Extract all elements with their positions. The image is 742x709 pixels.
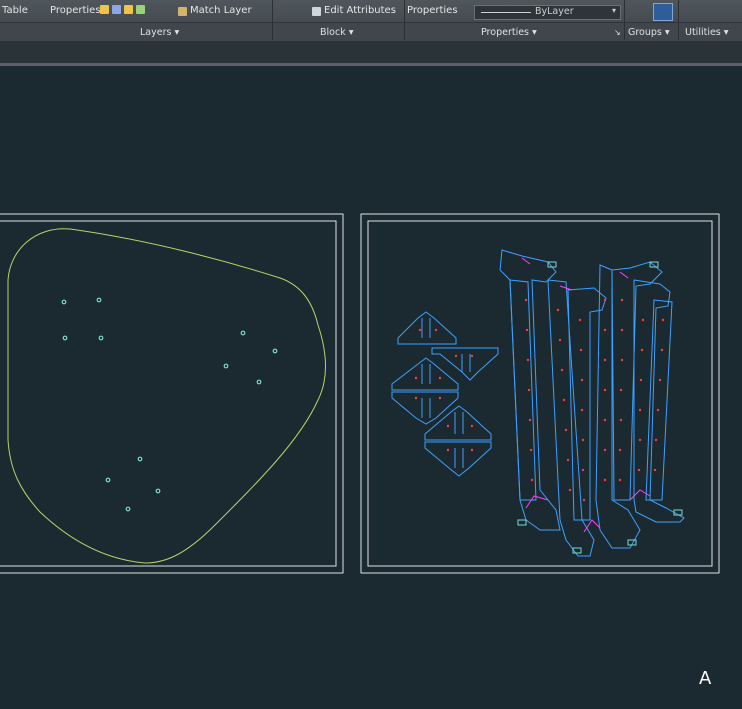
strut-parts[interactable]: [499, 249, 685, 557]
drill-holes: [61, 297, 278, 512]
strut-part: [509, 279, 537, 501]
bracket-part: [391, 391, 459, 425]
right-sheet-frame: [360, 213, 720, 574]
bracket-part: [424, 441, 492, 477]
left-sheet-frame: [0, 213, 344, 574]
bracket-part: [431, 347, 499, 381]
bracket-part: [424, 405, 492, 441]
bracket-parts[interactable]: [391, 311, 499, 477]
slot-details: [517, 261, 683, 554]
bracket-part: [397, 311, 457, 345]
strut-part: [645, 299, 673, 501]
drawing-canvas[interactable]: [0, 0, 742, 709]
strut-part: [611, 261, 663, 501]
figure-label: A: [699, 668, 712, 689]
bracket-part: [391, 357, 459, 391]
strut-part: [567, 287, 607, 521]
base-plate-outline[interactable]: [7, 228, 326, 564]
strut-part: [633, 279, 685, 523]
